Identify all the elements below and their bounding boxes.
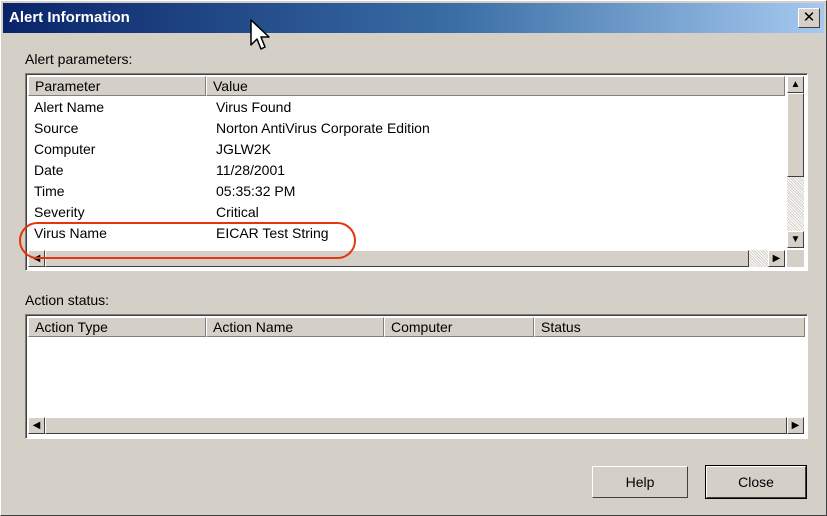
column-header-parameter[interactable]: Parameter: [28, 76, 206, 96]
action-status-label: Action status:: [25, 292, 110, 308]
column-header-action-name[interactable]: Action Name: [206, 317, 384, 337]
table-row[interactable]: Time 05:35:32 PM: [28, 182, 785, 201]
parameter-cell: Time: [34, 183, 65, 199]
action-status-list[interactable]: Action Type Action Name Computer Status …: [25, 314, 808, 439]
close-button[interactable]: Close: [705, 465, 807, 499]
parameter-cell: Alert Name: [34, 99, 105, 115]
value-cell: Norton AntiVirus Corporate Edition: [216, 120, 430, 136]
table-row[interactable]: Source Norton AntiVirus Corporate Editio…: [28, 119, 785, 138]
value-cell: 11/28/2001: [216, 162, 286, 178]
scroll-right-icon[interactable]: ▶: [787, 417, 804, 434]
close-icon[interactable]: ✕: [798, 8, 820, 28]
column-header-computer[interactable]: Computer: [384, 317, 534, 337]
vertical-scroll-thumb[interactable]: [787, 93, 804, 177]
parameter-cell: Severity: [34, 204, 85, 220]
table-row[interactable]: Date 11/28/2001: [28, 161, 785, 180]
alert-parameters-header: Parameter Value: [28, 76, 785, 96]
column-header-action-type[interactable]: Action Type: [28, 317, 206, 337]
mouse-pointer-icon: [250, 19, 270, 50]
help-button[interactable]: Help: [592, 466, 688, 498]
parameter-cell: Computer: [34, 141, 96, 157]
parameter-cell: Source: [34, 120, 79, 136]
alert-parameters-label: Alert parameters:: [25, 51, 133, 67]
value-cell: Virus Found: [216, 99, 292, 115]
parameter-cell: Date: [34, 162, 64, 178]
value-cell: JGLW2K: [216, 141, 271, 157]
horizontal-scroll-thumb[interactable]: [45, 417, 787, 434]
scroll-right-icon[interactable]: ▶: [768, 250, 785, 267]
title-bar[interactable]: Alert Information ✕: [3, 3, 824, 33]
value-cell: Critical: [216, 204, 259, 220]
scroll-up-icon[interactable]: ▲: [787, 76, 804, 93]
table-row[interactable]: Severity Critical: [28, 203, 785, 222]
action-status-header: Action Type Action Name Computer Status: [28, 317, 805, 337]
highlight-oval: [19, 222, 356, 259]
scroll-down-icon[interactable]: ▼: [787, 231, 804, 248]
column-header-status[interactable]: Status: [534, 317, 805, 337]
table-row[interactable]: Alert Name Virus Found: [28, 98, 785, 117]
scroll-left-icon[interactable]: ◀: [28, 417, 45, 434]
column-header-value[interactable]: Value: [206, 76, 785, 96]
window-title: Alert Information: [9, 9, 130, 26]
value-cell: 05:35:32 PM: [216, 183, 296, 199]
alert-information-dialog: Alert Information ✕ Alert parameters: Pa…: [0, 0, 827, 516]
scrollbar-corner: [787, 250, 804, 267]
table-row[interactable]: Computer JGLW2K: [28, 140, 785, 159]
